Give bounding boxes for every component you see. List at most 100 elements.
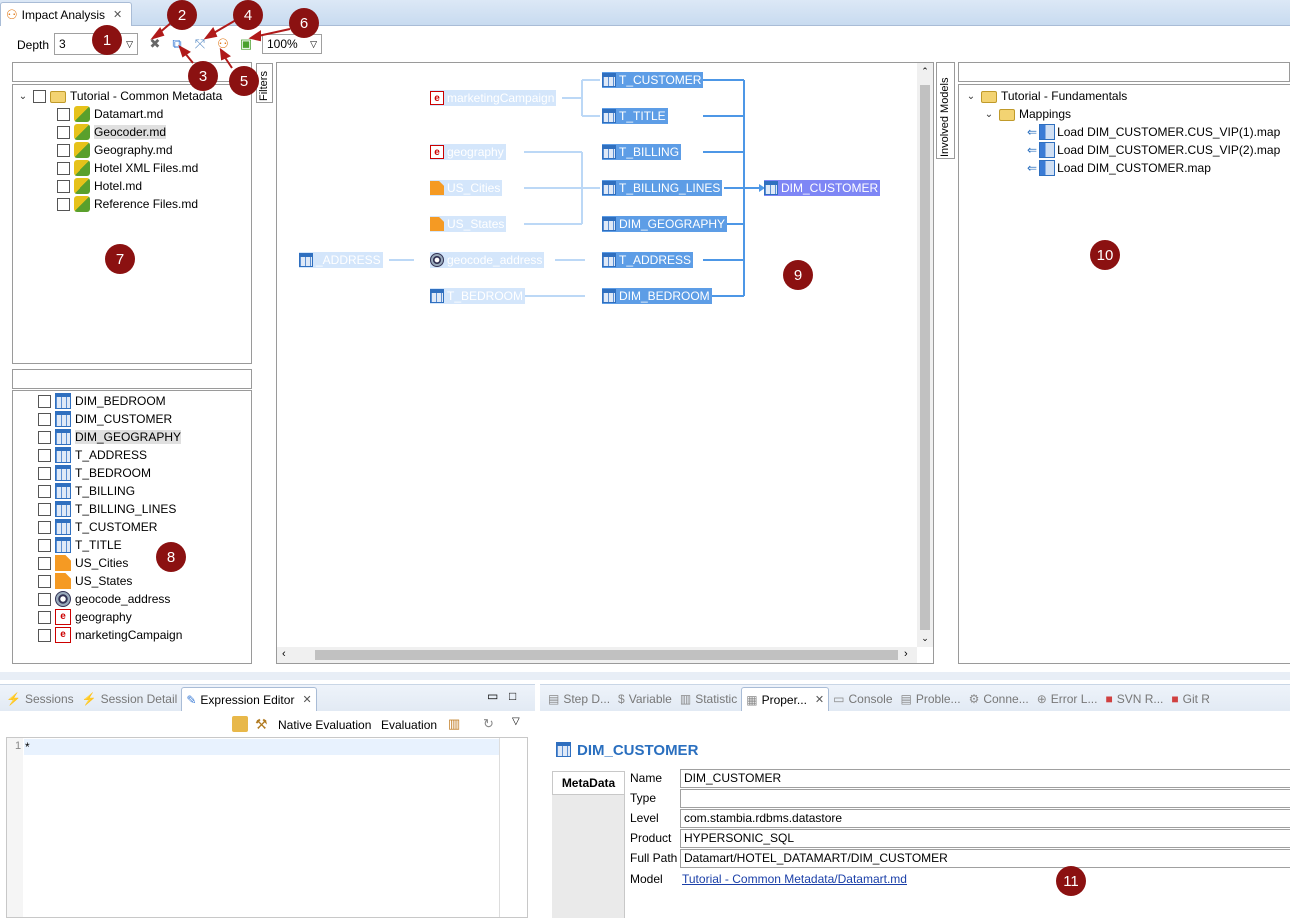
tab-properties[interactable]: ▦ Proper... ✕: [741, 687, 830, 711]
checkbox[interactable]: [33, 89, 46, 103]
native-evaluation-button[interactable]: Native Evaluation: [278, 718, 371, 732]
checkbox[interactable]: [38, 592, 51, 606]
close-icon[interactable]: ✕: [815, 693, 824, 706]
models-tree-item[interactable]: Hotel.md: [17, 177, 251, 195]
involved-mapping-item[interactable]: ⇐ Load DIM_CUSTOMER.CUS_VIP(1).map: [1027, 123, 1290, 141]
diagram-node[interactable]: US_Cities: [430, 180, 503, 196]
minimize-icon[interactable]: ▭: [487, 689, 498, 703]
checkbox[interactable]: [38, 610, 51, 624]
diagram-node[interactable]: T_BILLING: [602, 144, 682, 160]
view-menu-icon[interactable]: ▽: [512, 716, 520, 727]
diagram-node[interactable]: T_ADDRESS: [602, 252, 694, 268]
checkbox[interactable]: [38, 538, 51, 552]
impact-diagram-canvas[interactable]: _ADDRESS e marketingCampaign e geography US_C…: [276, 62, 934, 664]
tab-session-detail[interactable]: ⚡ Session Detail: [78, 687, 182, 711]
checkbox[interactable]: [38, 448, 51, 462]
object-list-item[interactable]: DIM_BEDROOM: [38, 392, 251, 410]
horizontal-scrollbar[interactable]: ‹ ›: [277, 647, 917, 663]
checkbox[interactable]: [38, 412, 51, 426]
checkbox[interactable]: [57, 143, 70, 157]
object-list-item[interactable]: T_BILLING: [38, 482, 251, 500]
tab-step[interactable]: ▤ Step D...: [544, 687, 614, 711]
property-value-field[interactable]: DIM_CUSTOMER: [680, 768, 1290, 788]
diagram-node[interactable]: e marketingCampaign: [430, 90, 557, 106]
object-list-item[interactable]: e geography: [38, 608, 251, 626]
tab-sessions[interactable]: ⚡ Sessions: [2, 687, 78, 711]
checkbox[interactable]: [57, 179, 70, 193]
zoom-select[interactable]: 100% ▽: [262, 34, 322, 54]
involved-mapping-item[interactable]: ⇐ Load DIM_CUSTOMER.map: [1027, 159, 1290, 177]
checkbox[interactable]: [57, 125, 70, 139]
mappings-folder-row[interactable]: ⌄ Mappings: [965, 105, 1290, 123]
expand-icon[interactable]: ⌄: [965, 91, 977, 102]
export-image-icon[interactable]: ▣: [237, 35, 255, 53]
models-tree-item[interactable]: Reference Files.md: [17, 195, 251, 213]
involved-root-row[interactable]: ⌄ Tutorial - Fundamentals: [965, 87, 1290, 105]
checkbox[interactable]: [57, 161, 70, 175]
tab-impact-analysis[interactable]: ⚇ Impact Analysis ✕: [0, 2, 132, 26]
property-value-field[interactable]: com.stambia.rdbms.datastore: [680, 808, 1290, 828]
tab-svn[interactable]: ■ SVN R...: [1101, 687, 1167, 711]
checkbox[interactable]: [38, 502, 51, 516]
models-tree-item[interactable]: Hotel XML Files.md: [17, 159, 251, 177]
tab-git[interactable]: ■ Git R: [1167, 687, 1214, 711]
evaluation-button[interactable]: Evaluation: [381, 718, 437, 732]
lock-icon[interactable]: [232, 716, 248, 732]
tree-root-row[interactable]: ⌄ Tutorial - Common Metadata: [17, 87, 251, 105]
object-list-item[interactable]: geocode_address: [38, 590, 251, 608]
refresh-icon[interactable]: ↻: [483, 716, 494, 732]
property-value-field[interactable]: [680, 788, 1290, 808]
collapse-all-icon[interactable]: ⤧: [191, 35, 209, 53]
diagram-node[interactable]: T_BEDROOM: [430, 288, 526, 304]
diagram-node[interactable]: _ADDRESS: [299, 252, 383, 268]
library-icon[interactable]: ▥: [448, 716, 460, 732]
tab-console[interactable]: ▭ Console: [829, 687, 896, 711]
vertical-scroll-thumb[interactable]: [920, 85, 930, 630]
tab-variable[interactable]: $ Variable: [614, 687, 676, 711]
rocket-icon[interactable]: ⚒: [255, 716, 268, 733]
scroll-left-icon[interactable]: ‹: [282, 648, 286, 660]
expand-icon[interactable]: ⌄: [983, 109, 995, 120]
checkbox[interactable]: [38, 574, 51, 588]
object-list-item[interactable]: T_ADDRESS: [38, 446, 251, 464]
checkbox[interactable]: [38, 430, 51, 444]
close-icon[interactable]: ✕: [113, 8, 122, 21]
expression-editor[interactable]: 1 *: [6, 737, 528, 918]
models-tree-item[interactable]: Geography.md: [17, 141, 251, 159]
vertical-scrollbar[interactable]: ⌃ ⌄: [917, 63, 933, 647]
diagram-node[interactable]: geocode_address: [430, 252, 545, 268]
layout-icon[interactable]: ⧉: [168, 35, 186, 53]
models-tree-item[interactable]: Geocoder.md: [17, 123, 251, 141]
metadata-tab[interactable]: MetaData: [552, 771, 624, 795]
object-list-item[interactable]: DIM_GEOGRAPHY: [38, 428, 251, 446]
diagram-node[interactable]: US_States: [430, 216, 507, 232]
tab-problems[interactable]: ▤ Proble...: [897, 687, 965, 711]
object-list-item[interactable]: T_TITLE: [38, 536, 251, 554]
diagram-node[interactable]: T_CUSTOMER: [602, 72, 704, 88]
checkbox[interactable]: [38, 520, 51, 534]
horizontal-scroll-thumb[interactable]: [315, 650, 898, 660]
close-icon[interactable]: ✕: [302, 693, 311, 706]
tab-statistic[interactable]: ▥ Statistic: [676, 687, 741, 711]
checkbox[interactable]: [38, 556, 51, 570]
models-tree-item[interactable]: Datamart.md: [17, 105, 251, 123]
diagram-node[interactable]: DIM_CUSTOMER: [764, 180, 881, 196]
diagram-node[interactable]: DIM_GEOGRAPHY: [602, 216, 728, 232]
checkbox[interactable]: [38, 484, 51, 498]
checkbox[interactable]: [57, 197, 70, 211]
object-list-item[interactable]: US_States: [38, 572, 251, 590]
object-list-item[interactable]: T_BILLING_LINES: [38, 500, 251, 518]
scroll-right-icon[interactable]: ›: [904, 648, 908, 660]
clear-filters-icon[interactable]: ✖: [146, 35, 164, 53]
checkbox[interactable]: [38, 466, 51, 480]
maximize-icon[interactable]: □: [509, 689, 516, 703]
property-value-field[interactable]: HYPERSONIC_SQL: [680, 828, 1290, 848]
checkbox[interactable]: [57, 107, 70, 121]
diagram-node[interactable]: DIM_BEDROOM: [602, 288, 712, 304]
object-list-item[interactable]: DIM_CUSTOMER: [38, 410, 251, 428]
objects-filter-input[interactable]: [12, 369, 252, 389]
object-list-item[interactable]: T_BEDROOM: [38, 464, 251, 482]
tab-expression-editor[interactable]: ✎ Expression Editor ✕: [181, 687, 317, 711]
checkbox[interactable]: [38, 628, 51, 642]
diagram-node[interactable]: T_BILLING_LINES: [602, 180, 723, 196]
